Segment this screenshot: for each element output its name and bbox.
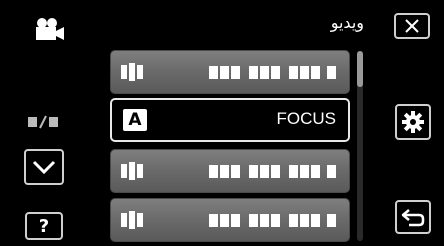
placeholder-text [209,214,336,227]
chevron-down-icon [32,160,56,175]
help-button[interactable]: ? [25,212,63,240]
gear-icon [402,111,424,133]
back-button[interactable] [395,200,431,234]
menu-item-3[interactable] [110,149,350,193]
help-label: ? [38,215,50,237]
placeholder-icon [121,63,143,81]
return-icon [401,209,425,227]
menu-item-focus[interactable]: A FOCUS [110,98,350,142]
placeholder-text [209,66,336,79]
placeholder-icon [121,162,143,180]
menu-item-label: FOCUS [276,109,337,128]
settings-button[interactable] [395,104,431,140]
scrollbar-thumb[interactable] [357,51,363,87]
menu-title: ويديو [330,13,364,32]
menu-item-1[interactable] [110,50,350,94]
video-menu-screen: ويديو ? A FOCUS [0,0,444,246]
close-button[interactable] [394,13,430,39]
video-camera-icon [36,18,64,40]
placeholder-text [209,165,336,178]
focus-badge: A [123,109,147,131]
page-indicator-icon [28,115,58,129]
placeholder-icon [121,211,143,229]
menu-item-4[interactable] [110,198,350,242]
scroll-down-button[interactable] [24,149,64,185]
close-icon [405,19,419,33]
